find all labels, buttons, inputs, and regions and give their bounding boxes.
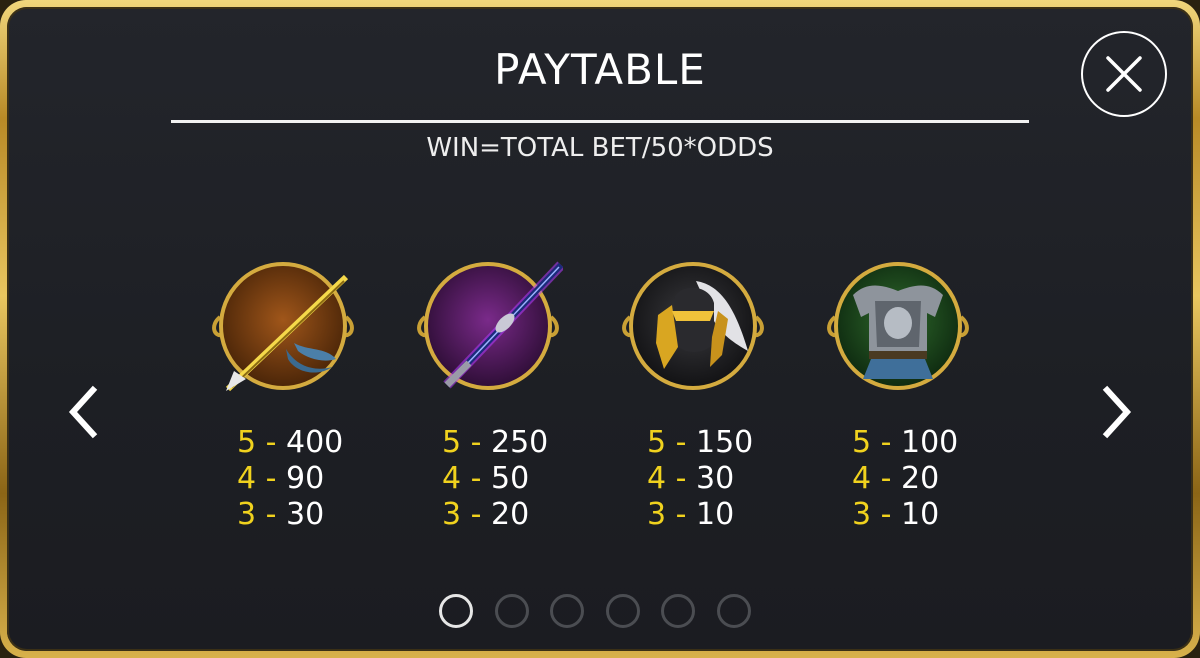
payout-table-armor: 5 - 100 4 - 20 3 - 10	[852, 425, 1052, 533]
chevron-right-icon	[1102, 385, 1132, 439]
title-divider	[171, 120, 1029, 123]
payout-value: 30	[286, 497, 325, 532]
page-dot-4[interactable]	[606, 594, 640, 628]
symbol-count: 5 -	[442, 425, 482, 460]
previous-page-button[interactable]	[63, 382, 103, 442]
page-dot-3[interactable]	[550, 594, 584, 628]
purple-sword-icon	[417, 261, 565, 390]
payout-row: 4 - 30	[647, 461, 847, 497]
symbol-count: 4 -	[852, 461, 892, 496]
symbol-golden-spear	[208, 251, 358, 401]
symbol-count: 3 -	[852, 497, 892, 532]
golden-spear-icon	[212, 262, 354, 392]
payout-row: 3 - 30	[237, 497, 437, 533]
payout-value: 10	[901, 497, 940, 532]
close-button[interactable]	[1081, 31, 1167, 117]
symbol-count: 3 -	[442, 497, 482, 532]
payout-value: 20	[901, 461, 940, 496]
payout-value: 250	[491, 425, 549, 460]
page-dot-1[interactable]	[439, 594, 473, 628]
page-indicator	[439, 594, 769, 634]
next-page-button[interactable]	[1097, 382, 1137, 442]
payout-row: 5 - 100	[852, 425, 1052, 461]
payout-value: 90	[286, 461, 325, 496]
close-icon	[1106, 56, 1142, 92]
payout-row: 3 - 20	[442, 497, 642, 533]
page-title: PAYTABLE	[494, 45, 706, 94]
symbol-count: 4 -	[237, 461, 277, 496]
page-dot-6[interactable]	[717, 594, 751, 628]
armor-icon	[827, 262, 969, 390]
payout-value: 10	[696, 497, 735, 532]
win-formula: WIN=TOTAL BET/50*ODDS	[426, 133, 774, 163]
symbol-count: 3 -	[237, 497, 277, 532]
payout-row: 4 - 50	[442, 461, 642, 497]
payout-table-golden-spear: 5 - 400 4 - 90 3 - 30	[237, 425, 437, 533]
payout-value: 50	[491, 461, 530, 496]
knight-helmet-icon	[622, 262, 764, 390]
symbol-purple-sword	[413, 251, 565, 401]
payout-row: 5 - 150	[647, 425, 847, 461]
symbol-count: 5 -	[647, 425, 687, 460]
symbol-count: 4 -	[647, 461, 687, 496]
paytable-frame: PAYTABLE WIN=TOTAL BET/50*ODDS 5 - 400 4…	[0, 0, 1200, 658]
page-dot-2[interactable]	[495, 594, 529, 628]
payout-value: 100	[901, 425, 959, 460]
symbol-count: 3 -	[647, 497, 687, 532]
payout-value: 400	[286, 425, 344, 460]
payout-value: 30	[696, 461, 735, 496]
payout-row: 3 - 10	[647, 497, 847, 533]
symbol-count: 5 -	[237, 425, 277, 460]
payout-table-knight-helmet: 5 - 150 4 - 30 3 - 10	[647, 425, 847, 533]
symbol-count: 5 -	[852, 425, 892, 460]
payout-row: 5 - 250	[442, 425, 642, 461]
payout-row: 5 - 400	[237, 425, 437, 461]
paytable-panel: PAYTABLE WIN=TOTAL BET/50*ODDS 5 - 400 4…	[7, 7, 1193, 651]
payout-value: 150	[696, 425, 754, 460]
payout-row: 4 - 90	[237, 461, 437, 497]
symbol-knight-helmet	[618, 251, 768, 401]
symbol-count: 4 -	[442, 461, 482, 496]
symbol-armor	[823, 251, 973, 401]
payout-row: 4 - 20	[852, 461, 1052, 497]
payout-row: 3 - 10	[852, 497, 1052, 533]
payout-table-purple-sword: 5 - 250 4 - 50 3 - 20	[442, 425, 642, 533]
page-dot-5[interactable]	[661, 594, 695, 628]
chevron-left-icon	[68, 385, 98, 439]
payout-value: 20	[491, 497, 530, 532]
